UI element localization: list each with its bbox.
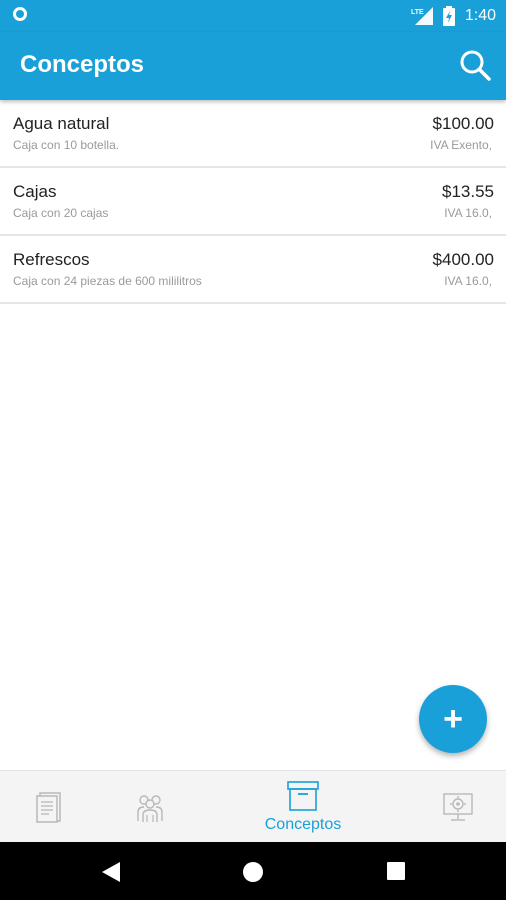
notification-icon — [13, 7, 27, 21]
system-navigation-bar — [0, 842, 506, 900]
item-price: $13.55 — [442, 182, 494, 201]
plus-icon: + — [443, 699, 463, 738]
item-price: $100.00 — [432, 114, 494, 133]
add-concept-button[interactable]: + — [419, 685, 487, 753]
item-description: Caja con 10 botella. — [13, 138, 120, 152]
item-tax: IVA 16.0, — [444, 274, 492, 288]
nav-label-concepts: Conceptos — [264, 816, 342, 833]
status-indicators: LTE 1:40 — [411, 6, 496, 26]
item-tax: IVA 16.0, — [444, 206, 492, 220]
settings-monitor-icon — [443, 793, 473, 821]
item-price: $400.00 — [432, 250, 494, 269]
item-tax: IVA Exento, — [430, 138, 492, 152]
home-icon[interactable] — [242, 861, 264, 883]
back-icon[interactable] — [100, 861, 122, 883]
status-time: 1:40 — [464, 7, 496, 24]
clients-icon — [137, 795, 163, 822]
nav-item-concepts[interactable]: Conceptos — [253, 771, 353, 843]
nav-item-invoices[interactable] — [30, 771, 70, 843]
item-name: Agua natural — [13, 114, 110, 133]
list-item[interactable]: Agua natural Caja con 10 botella. $100.0… — [0, 100, 506, 168]
recents-icon[interactable] — [386, 861, 406, 881]
box-icon — [287, 781, 319, 811]
item-name: Refrescos — [13, 250, 90, 269]
list-item[interactable]: Cajas Caja con 20 cajas $13.55 IVA 16.0, — [0, 168, 506, 236]
bottom-navigation: Conceptos — [0, 770, 506, 843]
page-title: Conceptos — [20, 51, 145, 78]
battery-icon — [442, 6, 455, 26]
search-icon — [460, 50, 491, 81]
item-name: Cajas — [13, 182, 57, 201]
search-button[interactable] — [458, 48, 492, 82]
status-bar: LTE 1:40 — [0, 0, 506, 32]
app-bar: Conceptos — [0, 32, 506, 100]
nav-item-clients[interactable] — [132, 771, 168, 843]
concepts-list: Agua natural Caja con 10 botella. $100.0… — [0, 100, 506, 304]
svg-text:LTE: LTE — [411, 9, 424, 16]
item-description: Caja con 20 cajas — [13, 206, 109, 220]
item-description: Caja con 24 piezas de 600 mililitros — [13, 274, 202, 288]
lte-signal-icon: LTE — [411, 7, 433, 25]
nav-item-settings[interactable] — [440, 771, 476, 843]
list-item[interactable]: Refrescos Caja con 24 piezas de 600 mili… — [0, 236, 506, 304]
invoice-icon — [36, 792, 61, 823]
